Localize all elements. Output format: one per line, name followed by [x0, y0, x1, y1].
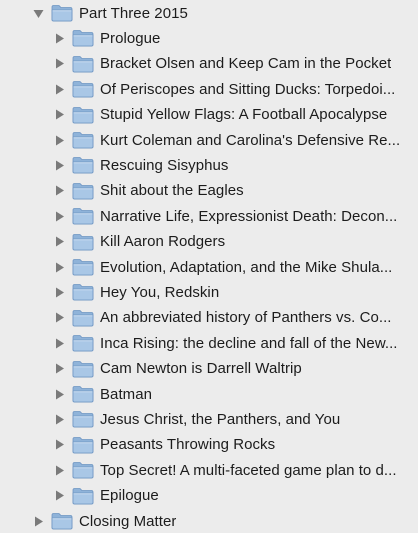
binder-item-row[interactable]: Narrative Life, Expressionist Death: Dec…: [0, 204, 418, 229]
binder-item-title: Kurt Coleman and Carolina's Defensive Re…: [100, 131, 401, 149]
triangle-right-icon[interactable]: [53, 337, 65, 349]
binder-item-row[interactable]: Batman: [0, 382, 418, 407]
triangle-right-icon[interactable]: [53, 134, 65, 146]
binder-item-title: Batman: [100, 385, 152, 403]
binder-outline: Part Three 2015 Prologue Bracket Olsen and…: [0, 0, 418, 533]
folder-icon: [72, 55, 94, 73]
binder-item-row[interactable]: Rescuing Sisyphus: [0, 153, 418, 178]
binder-item-row[interactable]: Prologue: [0, 26, 418, 51]
triangle-right-icon[interactable]: [53, 490, 65, 502]
binder-item-row[interactable]: Peasants Throwing Rocks: [0, 432, 418, 457]
triangle-right-icon[interactable]: [53, 439, 65, 451]
triangle-right-icon[interactable]: [53, 32, 65, 44]
binder-item-row[interactable]: Inca Rising: the decline and fall of the…: [0, 331, 418, 356]
triangle-right-icon[interactable]: [53, 210, 65, 222]
folder-icon: [72, 233, 94, 251]
triangle-right-icon[interactable]: [53, 159, 65, 171]
binder-item-row[interactable]: Bracket Olsen and Keep Cam in the Pocket: [0, 51, 418, 76]
binder-item-title: Rescuing Sisyphus: [100, 156, 229, 174]
folder-icon: [72, 410, 94, 428]
triangle-right-icon[interactable]: [53, 312, 65, 324]
binder-item-row[interactable]: Jesus Christ, the Panthers, and You: [0, 407, 418, 432]
binder-item-title: Shit about the Eagles: [100, 182, 244, 200]
binder-item-title: Stupid Yellow Flags: A Football Apocalyp…: [100, 106, 388, 124]
binder-item-title: Kill Aaron Rodgers: [100, 233, 226, 251]
folder-icon: [72, 487, 94, 505]
binder-item-row[interactable]: Cam Newton is Darrell Waltrip: [0, 356, 418, 381]
folder-icon: [72, 360, 94, 378]
folder-icon: [72, 131, 94, 149]
folder-icon: [72, 182, 94, 200]
folder-icon: [72, 80, 94, 98]
binder-item-title: Peasants Throwing Rocks: [100, 436, 276, 454]
triangle-right-icon[interactable]: [32, 515, 44, 527]
binder-item-title: Cam Newton is Darrell Waltrip: [100, 360, 302, 378]
triangle-right-icon[interactable]: [53, 413, 65, 425]
binder-item-row[interactable]: Kurt Coleman and Carolina's Defensive Re…: [0, 128, 418, 153]
folder-icon: [51, 512, 73, 530]
binder-item-title: Inca Rising: the decline and fall of the…: [100, 334, 398, 352]
triangle-right-icon[interactable]: [53, 388, 65, 400]
binder-item-title: Hey You, Redskin: [100, 283, 220, 301]
binder-item-row[interactable]: Hey You, Redskin: [0, 280, 418, 305]
triangle-right-icon[interactable]: [53, 58, 65, 70]
folder-icon: [72, 283, 94, 301]
binder-item-title: Evolution, Adaptation, and the Mike Shul…: [100, 258, 393, 276]
triangle-right-icon[interactable]: [53, 109, 65, 121]
binder-item-row[interactable]: Stupid Yellow Flags: A Football Apocalyp…: [0, 102, 418, 127]
triangle-right-icon[interactable]: [53, 236, 65, 248]
triangle-right-icon[interactable]: [53, 286, 65, 298]
binder-item-row[interactable]: Epilogue: [0, 483, 418, 508]
binder-item-row[interactable]: Evolution, Adaptation, and the Mike Shul…: [0, 255, 418, 280]
binder-group-title: Closing Matter: [79, 512, 177, 530]
folder-icon: [72, 207, 94, 225]
triangle-right-icon[interactable]: [53, 185, 65, 197]
binder-item-row[interactable]: An abbreviated history of Panthers vs. C…: [0, 305, 418, 330]
folder-icon: [51, 4, 73, 22]
folder-icon: [72, 258, 94, 276]
binder-item-title: Top Secret! A multi-faceted game plan to…: [100, 461, 397, 479]
binder-item-row[interactable]: Kill Aaron Rodgers: [0, 229, 418, 254]
triangle-right-icon[interactable]: [53, 363, 65, 375]
triangle-right-icon[interactable]: [53, 464, 65, 476]
binder-group-row[interactable]: Closing Matter: [0, 509, 418, 533]
folder-icon: [72, 461, 94, 479]
binder-item-title: Bracket Olsen and Keep Cam in the Pocket: [100, 55, 392, 73]
binder-group-row[interactable]: Part Three 2015: [0, 1, 418, 26]
triangle-right-icon[interactable]: [53, 261, 65, 273]
binder-item-title: Prologue: [100, 29, 161, 47]
binder-item-row[interactable]: Of Periscopes and Sitting Ducks: Torpedo…: [0, 77, 418, 102]
binder-item-title: Of Periscopes and Sitting Ducks: Torpedo…: [100, 80, 396, 98]
binder-item-row[interactable]: Shit about the Eagles: [0, 178, 418, 203]
binder-item-row[interactable]: Top Secret! A multi-faceted game plan to…: [0, 458, 418, 483]
folder-icon: [72, 29, 94, 47]
folder-icon: [72, 309, 94, 327]
triangle-right-icon[interactable]: [53, 83, 65, 95]
folder-icon: [72, 334, 94, 352]
binder-item-title: An abbreviated history of Panthers vs. C…: [100, 309, 392, 327]
binder-item-title: Epilogue: [100, 487, 159, 505]
binder-item-title: Narrative Life, Expressionist Death: Dec…: [100, 207, 398, 225]
binder-item-title: Jesus Christ, the Panthers, and You: [100, 410, 341, 428]
folder-icon: [72, 106, 94, 124]
folder-icon: [72, 436, 94, 454]
folder-icon: [72, 156, 94, 174]
triangle-down-icon[interactable]: [32, 7, 44, 19]
folder-icon: [72, 385, 94, 403]
binder-group-title: Part Three 2015: [79, 4, 188, 22]
